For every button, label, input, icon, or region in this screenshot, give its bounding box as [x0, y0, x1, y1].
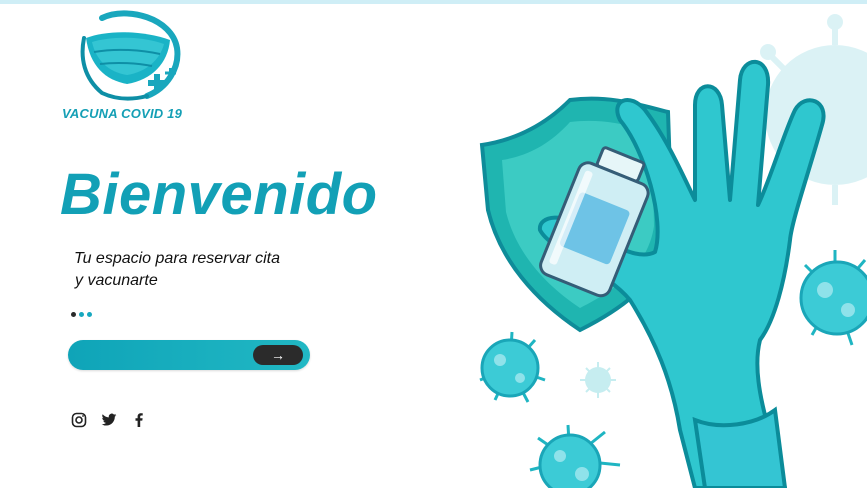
page-title: Bienvenido	[60, 162, 378, 227]
hero-subtitle: Tu espacio para reservar cita y vacunart…	[74, 248, 374, 292]
vaccine-illustration	[479, 14, 867, 488]
arrow-right-icon: →	[271, 347, 285, 363]
subtitle-line-2: y vacunarte	[75, 272, 158, 289]
next-button[interactable]: →	[253, 345, 303, 365]
hero-panel: VACUNA COVID 19 Bienvenido Tu espacio pa…	[0, 0, 440, 488]
mask-logo-icon	[80, 10, 181, 101]
twitter-icon[interactable]	[101, 412, 117, 428]
subtitle-line-1: Tu espacio para reservar cita	[74, 250, 281, 267]
social-links	[71, 412, 147, 428]
carousel-indicator	[71, 312, 92, 317]
virus-icon-bottom	[529, 424, 621, 488]
virus-icon-left	[479, 331, 546, 403]
brand-name: VACUNA COVID 19	[62, 106, 183, 121]
instagram-icon[interactable]	[71, 412, 87, 428]
virus-icon-right	[799, 250, 867, 346]
virus-icon-small	[580, 362, 616, 398]
brand-logo: VACUNA COVID 19	[58, 8, 208, 121]
facebook-icon[interactable]	[131, 412, 147, 428]
start-bar[interactable]: →	[68, 340, 310, 370]
carousel-dot-1[interactable]	[71, 312, 76, 317]
carousel-dot-3[interactable]	[87, 312, 92, 317]
carousel-dot-2[interactable]	[79, 312, 84, 317]
